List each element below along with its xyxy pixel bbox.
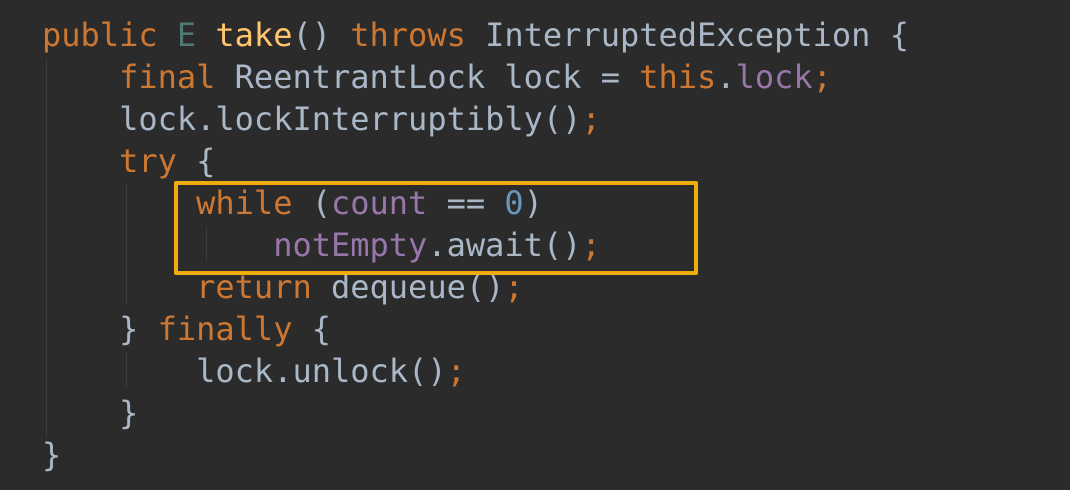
code-token: . [716, 58, 736, 96]
code-token: ; [504, 268, 524, 306]
code-line[interactable]: lock.unlock(); [42, 350, 909, 392]
code-token: return [196, 268, 312, 306]
code-token: ( [292, 184, 331, 222]
code-token: 0 [504, 184, 524, 222]
code-token: finally [157, 310, 293, 348]
code-token: { [176, 142, 216, 180]
code-token: ; [581, 100, 601, 138]
code-line[interactable]: return dequeue(); [42, 266, 909, 308]
code-token: E [176, 16, 197, 54]
code-token: notEmpty [273, 226, 428, 264]
code-line[interactable]: try { [42, 140, 909, 182]
code-token: ) [523, 184, 543, 222]
code-token: lock [735, 58, 813, 96]
code-token: count [330, 184, 428, 222]
code-line[interactable]: } [42, 392, 909, 434]
code-token: public [42, 16, 158, 54]
code-line[interactable]: public E take() throws InterruptedExcept… [42, 14, 909, 56]
code-line[interactable]: lock.lockInterruptibly(); [42, 98, 909, 140]
code-token: } [42, 436, 62, 474]
code-line[interactable]: while (count == 0) [42, 182, 909, 224]
code-token: } [119, 310, 158, 348]
code-token: dequeue() [311, 268, 505, 306]
code-token: lock.unlock() [196, 352, 447, 390]
code-line[interactable]: } [42, 434, 909, 476]
code-token: take [215, 16, 293, 54]
code-editor[interactable]: public E take() throws InterruptedExcept… [0, 0, 1070, 490]
code-token: this [639, 58, 717, 96]
code-block[interactable]: public E take() throws InterruptedExcept… [42, 14, 909, 476]
code-line[interactable]: final ReentrantLock lock = this.lock; [42, 56, 909, 98]
code-token: ReentrantLock lock = [215, 58, 640, 96]
code-token: throws [350, 16, 466, 54]
code-token: InterruptedException { [465, 16, 909, 54]
code-token: try [119, 142, 177, 180]
code-token: ; [581, 226, 601, 264]
code-token: } [119, 394, 139, 432]
code-token: { [292, 310, 331, 348]
code-line[interactable]: notEmpty.await(); [42, 224, 909, 266]
code-line[interactable]: } finally { [42, 308, 909, 350]
code-token: .await() [427, 226, 582, 264]
code-token: () [292, 16, 351, 54]
code-token: while [196, 184, 293, 222]
code-token: ; [446, 352, 466, 390]
code-token: final [119, 58, 216, 96]
code-token: lock.lockInterruptibly() [119, 100, 582, 138]
code-token: == [427, 184, 505, 222]
code-token: ; [812, 58, 832, 96]
